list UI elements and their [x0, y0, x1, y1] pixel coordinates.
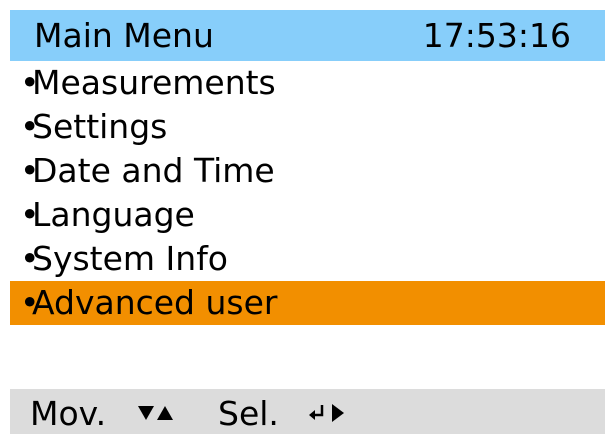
- bullet: •: [20, 63, 40, 102]
- bullet: •: [20, 151, 40, 190]
- move-softkey-label: Mov.: [30, 394, 107, 433]
- bullet: •: [20, 195, 40, 234]
- menu-item-label: System Info: [32, 239, 229, 278]
- main-menu: •Measurements •Settings •Date and Time •…: [10, 61, 605, 325]
- menu-item-language[interactable]: •Language: [10, 193, 605, 237]
- page-title: Main Menu: [34, 16, 214, 55]
- device-screen: Main Menu 17:53:16 •Measurements •Settin…: [0, 0, 605, 434]
- enter-right-arrow-icon[interactable]: [308, 398, 358, 428]
- menu-item-measurements[interactable]: •Measurements: [10, 61, 605, 105]
- menu-item-system-info[interactable]: •System Info: [10, 237, 605, 281]
- bullet: •: [20, 107, 40, 146]
- menu-item-label: Advanced user: [32, 283, 278, 322]
- menu-item-settings[interactable]: •Settings: [10, 105, 605, 149]
- clock: 17:53:16: [422, 16, 571, 55]
- bullet: •: [20, 239, 40, 278]
- menu-item-date-and-time[interactable]: •Date and Time: [10, 149, 605, 193]
- title-bar: Main Menu 17:53:16: [10, 10, 605, 61]
- down-up-arrows-icon[interactable]: [136, 398, 176, 428]
- bullet: •: [20, 283, 40, 322]
- top-margin: [0, 0, 605, 10]
- softkey-bar: Mov. Sel.: [10, 389, 605, 434]
- select-softkey-label: Sel.: [218, 394, 279, 433]
- menu-item-label: Measurements: [32, 63, 276, 102]
- menu-item-label: Language: [32, 195, 195, 234]
- menu-item-advanced-user[interactable]: •Advanced user: [10, 281, 605, 325]
- menu-item-label: Date and Time: [32, 151, 275, 190]
- menu-item-label: Settings: [32, 107, 168, 146]
